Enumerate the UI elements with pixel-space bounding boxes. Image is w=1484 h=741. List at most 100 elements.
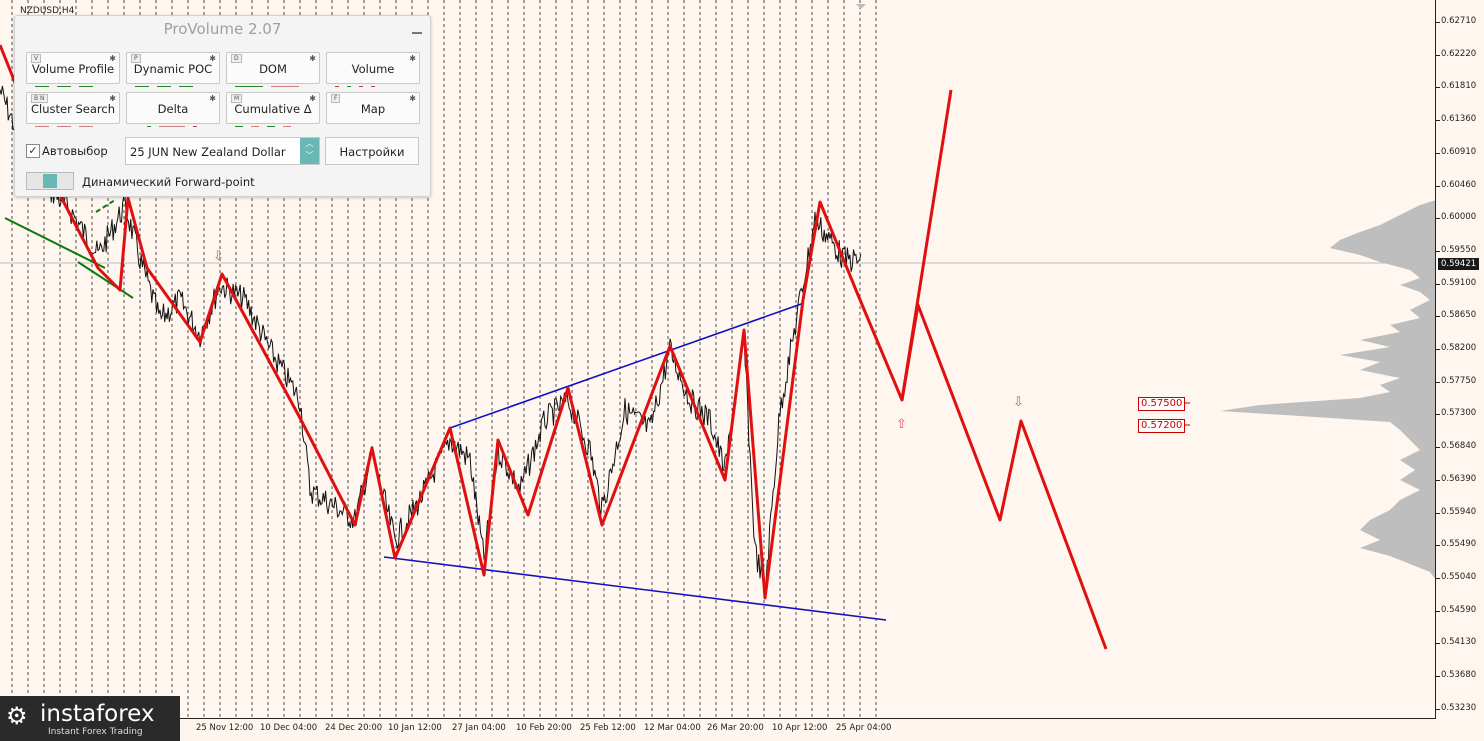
price-label: 0.55040 [1441, 571, 1477, 582]
button-indicator [135, 116, 211, 127]
instaforex-logo: ⚙ instaforex Instant Forex Trading [0, 696, 180, 741]
price-tick [1436, 185, 1440, 187]
volume-button[interactable]: ✱ Volume [326, 52, 420, 87]
button-label: Volume Profile [31, 62, 115, 76]
price-tick [1436, 676, 1440, 677]
button-label: Volume [351, 62, 395, 76]
button-indicator [35, 116, 111, 127]
channel-lower-line [383, 556, 887, 621]
price-tick [1436, 381, 1440, 383]
price-tick [1436, 643, 1440, 645]
time-label: 10 Dec 04:00 [260, 723, 318, 733]
price-tick [1436, 512, 1440, 514]
current-price-badge: 0.59421 [1438, 258, 1480, 270]
chart-shift-marker[interactable] [856, 4, 866, 9]
settings-label: Настройки [339, 145, 405, 159]
cluster-search-button[interactable]: B N ✱ Cluster Search [26, 92, 120, 127]
contract-select[interactable]: 25 JUN New Zealand Dollar ︿ ﹀ [125, 137, 320, 165]
price-label: 0.62220 [1441, 48, 1477, 59]
wave-projection-up [900, 89, 953, 401]
cumulative-delta-button[interactable]: M ✱ Cumulative Δ [226, 92, 320, 127]
settings-button[interactable]: Настройки [325, 137, 419, 165]
forward-point-toggle[interactable] [26, 172, 74, 190]
price-label: 0.56840 [1441, 441, 1477, 452]
map-button[interactable]: F ✱ Map [326, 92, 420, 124]
price-label: 0.61360 [1441, 114, 1477, 125]
price-label: 0.60910 [1441, 146, 1477, 157]
spinner-arrows-icon[interactable]: ︿ ﹀ [300, 138, 319, 164]
price-tick [1436, 414, 1440, 416]
price-label: 0.57750 [1441, 375, 1477, 386]
button-indicator [335, 76, 411, 87]
dynamic-poc-button[interactable]: P ✱ Dynamic POC [126, 52, 220, 87]
zone-label-upper: 0.57500 [1138, 397, 1186, 411]
price-tick [1436, 577, 1440, 579]
time-label: 25 Nov 12:00 [196, 723, 254, 733]
button-indicator [235, 76, 311, 87]
time-label: 10 Jan 12:00 [388, 723, 442, 733]
dom-button[interactable]: D ✱ DOM [226, 52, 320, 87]
chart-area[interactable]: ⇩ ⇧ ⇩ NZDUSD,H4 0.57500 0.57200 ProVolum… [0, 0, 1436, 719]
volume-profile-button[interactable]: V ✱ Volume Profile [26, 52, 120, 87]
logo-tagline: Instant Forex Trading [48, 727, 143, 737]
price-label: 0.58200 [1441, 343, 1477, 353]
auto-select-checkbox[interactable]: ✓ [26, 144, 40, 158]
price-tick [1436, 545, 1440, 547]
gear-logo-icon: ⚙ [6, 702, 28, 730]
auto-select-label: Автовыбор [42, 144, 108, 158]
price-tick [1436, 54, 1440, 56]
price-label: 0.53680 [1441, 670, 1477, 680]
minimize-icon[interactable] [412, 32, 422, 34]
delta-button[interactable]: ✱ Delta [126, 92, 220, 127]
price-label: 0.54130 [1441, 637, 1477, 648]
time-label: 10 Apr 12:00 [772, 723, 828, 733]
logo-name: instaforex [40, 701, 155, 727]
button-label: DOM [259, 62, 287, 76]
arrow-down-icon: ⇩ [1013, 395, 1024, 410]
price-label: 0.60460 [1441, 179, 1477, 190]
button-label: Map [360, 102, 386, 116]
green-trendline-upper [4, 217, 106, 269]
time-label: 24 Dec 20:00 [325, 723, 383, 733]
price-label: 0.59550 [1441, 244, 1477, 255]
price-tick [1436, 152, 1440, 154]
button-label: Dynamic POC [133, 62, 213, 76]
price-tick [1436, 610, 1440, 612]
button-label: Cluster Search [31, 102, 115, 116]
button-indicator [235, 116, 311, 127]
price-label: 0.55940 [1441, 506, 1477, 517]
volume-profile [1220, 200, 1435, 579]
green-trendline-lower [77, 261, 134, 299]
arrow-down-icon: ⇩ [213, 249, 224, 264]
price-tick [1436, 120, 1440, 122]
price-tick [1436, 250, 1440, 252]
time-label: 25 Apr 04:00 [836, 723, 892, 733]
price-label: 0.58650 [1441, 310, 1477, 321]
time-label: 10 Feb 20:00 [516, 723, 572, 733]
zone-label-lower: 0.57200 [1138, 419, 1186, 433]
price-label: 0.57300 [1441, 408, 1477, 419]
price-label: 0.59100 [1441, 277, 1477, 288]
price-tick [1436, 87, 1440, 89]
price-tick [1436, 349, 1440, 350]
price-tick [1436, 447, 1440, 449]
price-tick [1436, 316, 1440, 318]
time-label: 12 Mar 04:00 [644, 723, 701, 733]
price-tick [1436, 283, 1440, 285]
price-label: 0.60000 [1441, 212, 1477, 223]
price-label: 0.54590 [1441, 604, 1477, 615]
forward-point-label: Динамический Forward-point [82, 175, 255, 189]
green-trendline-short [95, 199, 116, 213]
button-label: Cumulative Δ [234, 102, 312, 116]
price-tick [1436, 708, 1440, 710]
provolume-panel[interactable]: ProVolume 2.07 V ✱ Volume Profile P ✱ Dy… [14, 15, 431, 197]
time-label: 25 Feb 12:00 [580, 723, 636, 733]
panel-title: ProVolume 2.07 [163, 20, 282, 38]
price-tick [1436, 22, 1440, 23]
button-indicator [35, 76, 111, 87]
arrow-up-icon: ⇧ [896, 417, 907, 432]
time-label: 26 Mar 20:00 [707, 723, 764, 733]
button-indicator [135, 76, 211, 87]
time-label: 27 Jan 04:00 [452, 723, 506, 733]
price-label: 0.56390 [1441, 473, 1477, 484]
